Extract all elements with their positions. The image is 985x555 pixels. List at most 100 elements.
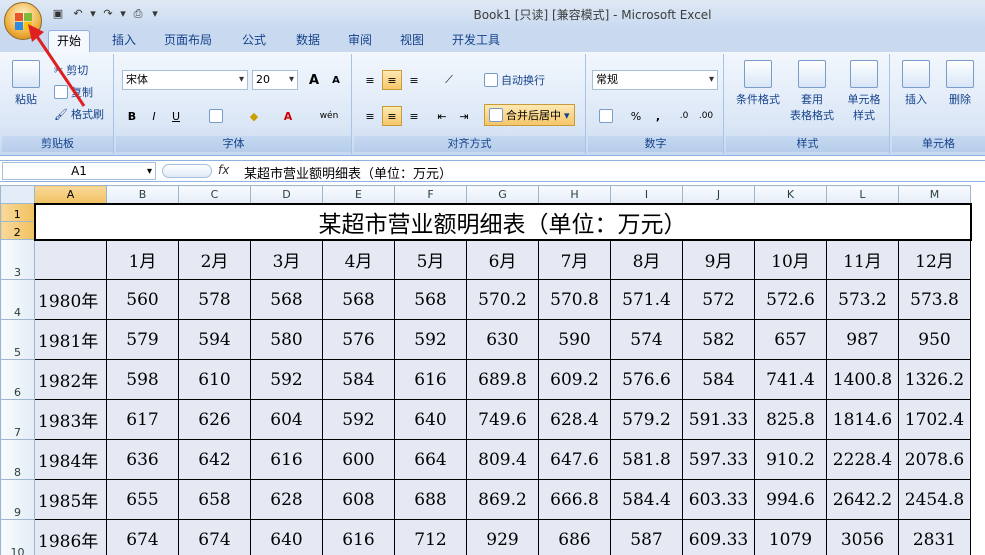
row-header[interactable]: 7 (0, 399, 35, 440)
column-header[interactable]: K (754, 185, 827, 204)
month-cell[interactable]: 4月 (322, 239, 395, 280)
insert-function-button[interactable]: fx (218, 163, 229, 177)
name-box[interactable]: A1 (2, 162, 156, 180)
value-cell[interactable]: 666.8 (538, 479, 611, 520)
value-cell[interactable]: 741.4 (754, 359, 827, 400)
value-cell[interactable]: 664 (394, 439, 467, 480)
value-cell[interactable]: 594 (178, 319, 251, 360)
value-cell[interactable]: 642 (178, 439, 251, 480)
value-cell[interactable]: 592 (250, 359, 323, 400)
value-cell[interactable]: 573.8 (898, 279, 971, 320)
value-cell[interactable]: 587 (610, 519, 683, 555)
tab-formulas[interactable]: 公式 (234, 30, 274, 52)
value-cell[interactable]: 617 (106, 399, 179, 440)
value-cell[interactable]: 582 (682, 319, 755, 360)
value-cell[interactable]: 600 (322, 439, 395, 480)
value-cell[interactable]: 609.2 (538, 359, 611, 400)
column-header[interactable]: I (610, 185, 683, 204)
align-top-button[interactable]: ≡ (360, 70, 380, 90)
value-cell[interactable]: 674 (178, 519, 251, 555)
month-cell[interactable]: 5月 (394, 239, 467, 280)
value-cell[interactable]: 616 (394, 359, 467, 400)
year-cell[interactable]: 1986年 (34, 519, 107, 555)
month-cell[interactable]: 10月 (754, 239, 827, 280)
corner-cell[interactable] (34, 239, 107, 280)
value-cell[interactable]: 579.2 (610, 399, 683, 440)
value-cell[interactable]: 994.6 (754, 479, 827, 520)
year-cell[interactable]: 1980年 (34, 279, 107, 320)
align-bottom-button[interactable]: ≡ (404, 70, 424, 90)
grow-font-button[interactable]: A (304, 70, 324, 90)
value-cell[interactable]: 1702.4 (898, 399, 971, 440)
value-cell[interactable]: 626 (178, 399, 251, 440)
value-cell[interactable]: 604 (250, 399, 323, 440)
insert-cells-button[interactable]: 插入 (898, 60, 934, 108)
value-cell[interactable]: 640 (394, 399, 467, 440)
value-cell[interactable]: 3056 (826, 519, 899, 555)
month-cell[interactable]: 1月 (106, 239, 179, 280)
value-cell[interactable]: 570.8 (538, 279, 611, 320)
row-header[interactable]: 8 (0, 439, 35, 480)
month-cell[interactable]: 7月 (538, 239, 611, 280)
value-cell[interactable]: 568 (322, 279, 395, 320)
value-cell[interactable]: 609.33 (682, 519, 755, 555)
value-cell[interactable]: 597.33 (682, 439, 755, 480)
value-cell[interactable]: 610 (178, 359, 251, 400)
value-cell[interactable]: 987 (826, 319, 899, 360)
value-cell[interactable]: 616 (322, 519, 395, 555)
month-cell[interactable]: 2月 (178, 239, 251, 280)
formula-bar-splitter[interactable] (162, 164, 212, 178)
year-cell[interactable]: 1981年 (34, 319, 107, 360)
percent-button[interactable]: % (626, 106, 646, 126)
number-format-select[interactable]: 常规 (592, 70, 718, 90)
value-cell[interactable]: 929 (466, 519, 539, 555)
value-cell[interactable]: 674 (106, 519, 179, 555)
value-cell[interactable]: 630 (466, 319, 539, 360)
tab-developer[interactable]: 开发工具 (444, 30, 508, 52)
column-header[interactable]: B (106, 185, 179, 204)
align-right-button[interactable]: ≡ (404, 106, 424, 126)
row-header[interactable]: 1 (0, 203, 35, 222)
year-cell[interactable]: 1983年 (34, 399, 107, 440)
value-cell[interactable]: 592 (394, 319, 467, 360)
value-cell[interactable]: 2454.8 (898, 479, 971, 520)
select-all-corner[interactable] (0, 185, 35, 204)
value-cell[interactable]: 825.8 (754, 399, 827, 440)
tab-page-layout[interactable]: 页面布局 (156, 30, 220, 52)
value-cell[interactable]: 869.2 (466, 479, 539, 520)
value-cell[interactable]: 580 (250, 319, 323, 360)
sheet-title-cell[interactable]: 某超市营业额明细表（单位：万元） (33, 202, 972, 241)
value-cell[interactable]: 2078.6 (898, 439, 971, 480)
column-header[interactable] (970, 185, 971, 204)
column-header[interactable]: G (466, 185, 539, 204)
value-cell[interactable]: 598 (106, 359, 179, 400)
formula-input[interactable]: 某超市营业额明细表（单位：万元） (244, 163, 452, 182)
merge-center-button[interactable]: 合并后居中 ▾ (484, 104, 575, 126)
tab-review[interactable]: 审阅 (340, 30, 380, 52)
column-header[interactable]: H (538, 185, 611, 204)
value-cell[interactable]: 628.4 (538, 399, 611, 440)
italic-button[interactable]: I (144, 106, 164, 126)
value-cell[interactable]: 647.6 (538, 439, 611, 480)
value-cell[interactable]: 640 (250, 519, 323, 555)
value-cell[interactable]: 579 (106, 319, 179, 360)
value-cell[interactable]: 689.8 (466, 359, 539, 400)
column-header[interactable]: C (178, 185, 251, 204)
wrap-text-button[interactable]: 自动换行 (484, 72, 545, 88)
value-cell[interactable]: 616 (250, 439, 323, 480)
shrink-font-button[interactable]: A (326, 70, 346, 90)
currency-button[interactable] (592, 106, 620, 126)
value-cell[interactable]: 591.33 (682, 399, 755, 440)
value-cell[interactable]: 2831 (898, 519, 971, 555)
month-cell[interactable]: 8月 (610, 239, 683, 280)
value-cell[interactable]: 573.2 (826, 279, 899, 320)
tab-view[interactable]: 视图 (392, 30, 432, 52)
tab-insert[interactable]: 插入 (104, 30, 144, 52)
row-header[interactable]: 4 (0, 279, 35, 320)
value-cell[interactable]: 603.33 (682, 479, 755, 520)
align-left-button[interactable]: ≡ (360, 106, 380, 126)
increase-indent-button[interactable]: ⇥ (454, 106, 474, 126)
fill-color-button[interactable]: ◆ (244, 106, 264, 126)
column-header[interactable]: L (826, 185, 899, 204)
value-cell[interactable]: 570.2 (466, 279, 539, 320)
